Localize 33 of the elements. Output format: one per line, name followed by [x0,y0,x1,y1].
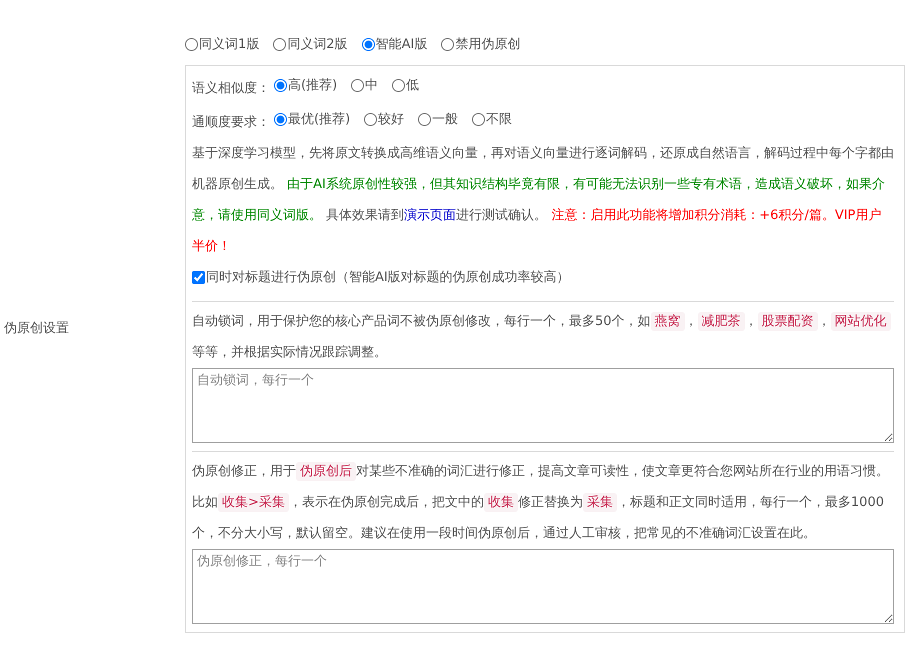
radio-button[interactable] [362,38,375,51]
option-label[interactable]: 不限 [486,104,512,135]
field-label: 通顺度要求： [192,115,270,130]
corrections-field[interactable]: 伪原创修正，每行一个 [192,549,894,624]
lock-words-field[interactable]: 自动锁词，每行一个 [192,368,894,443]
description-text: 基于深度学习模型，先将原文转换成高维语义向量，再对语义向量进行逐词解码，还原成自然语言，解码过程中每个字都由机器原创生成。 由于AI系统原创性较强，但其知识结构毕竟有限，有可能无法识别一些专有术语，造成语义破坏，如果介意，请使用同义词版。 具体效果请到演示页面进行测试确认。 注意：启用此功能将增加积分消耗：+6积分/篇。VIP用户半价！ [192,145,894,256]
option-label[interactable]: 高(推荐) [288,70,338,101]
option-label[interactable]: 最优(推荐) [288,104,350,135]
option-label[interactable]: 禁用伪原创 [455,29,520,60]
option-label[interactable]: 一般 [432,104,458,135]
description-text: 伪原创修正，用于 伪原创后 对某些不准确的词汇进行修正，提高文章可读性，使文章更符合您网站所在行业的用语习惯。比如 收集>采集 ，表示在伪原创完成后，把文中的 收集 修正替换为 采集 ，标题和正文同时适用，每行一个，最多1000个，不分大小写，默认留空。建议在使用一段时间伪原创后，通过人工审核，把常见的不准确词汇设置在此。 [192,461,890,543]
radio-button[interactable] [364,113,378,126]
radio-button[interactable] [472,113,486,126]
radio-button[interactable] [273,38,286,51]
field-label: 语义相似度： [192,81,270,96]
radio-button[interactable] [418,113,432,126]
section-label: 伪原创设置 [4,321,69,336]
option-label[interactable]: 中 [365,70,378,101]
checkbox[interactable] [192,271,205,284]
description-text: 自动锁词，用于保护您的核心产品词不被伪原创修改，每行一个，最多50个，如 燕窝 ， 减肥茶 ， 股票配资 ， 网站优化 等等，并根据实际情况跟踪调整。 [192,306,894,368]
option-label[interactable]: 较好 [378,104,404,135]
radio-button[interactable] [392,79,406,92]
radio-button[interactable] [274,79,287,92]
radio-button[interactable] [441,38,454,51]
checkbox-label[interactable]: 同时对标题进行伪原创（智能AI版对标题的伪原创成功率较高） [206,262,570,293]
demo-link[interactable]: 演示页面 [404,208,456,223]
option-label[interactable]: 智能AI版 [376,29,428,60]
option-label[interactable]: 同义词1版 [199,29,260,60]
radio-button[interactable] [351,79,364,92]
radio-button[interactable] [185,38,198,51]
radio-button[interactable] [274,113,287,126]
option-label[interactable]: 同义词2版 [287,29,348,60]
option-label[interactable]: 低 [406,70,420,101]
